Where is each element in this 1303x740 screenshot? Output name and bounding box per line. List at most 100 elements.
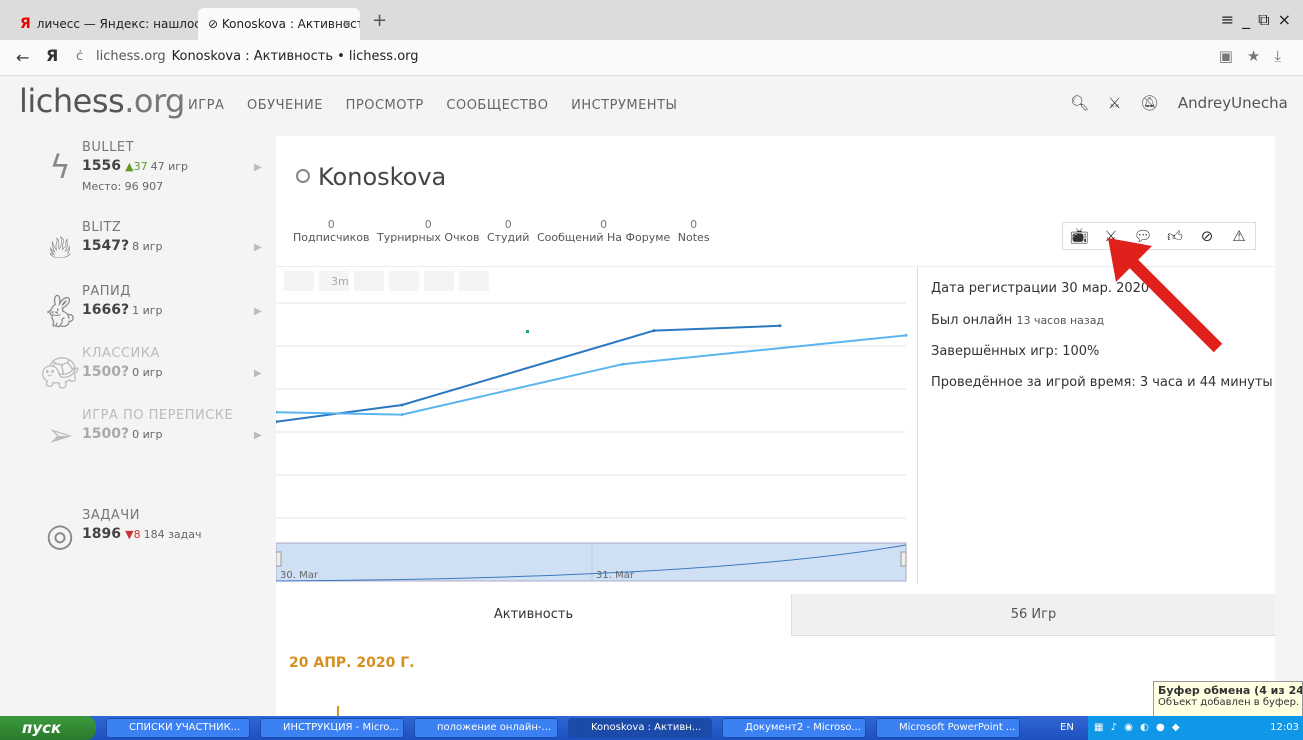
- info-online: Был онлайн 13 часов назад: [931, 313, 1105, 328]
- rating-chart-svg: 3m 30. Mar 31. Mar: [276, 271, 908, 582]
- clipboard-title: Буфер обмена (4 из 24): [1158, 684, 1303, 697]
- chevron-right-icon: ▶: [254, 242, 262, 253]
- range-button-bg: [284, 271, 314, 291]
- navigator-label: 30. Mar: [280, 570, 319, 581]
- activity-date: 20 АПР. 2020 Г.: [289, 655, 415, 671]
- red-annotation-arrow: [1108, 238, 1223, 353]
- tab-konoskova[interactable]: ⊘ Konoskova : Активность · ×: [198, 8, 360, 40]
- info-completion: Завершённых игр: 100%: [931, 344, 1100, 359]
- navigator-handle-right: [900, 551, 907, 567]
- task-browser[interactable]: Konoskova : Активн...: [568, 718, 712, 738]
- nav-tools[interactable]: ИНСТРУМЕНТЫ: [571, 98, 677, 113]
- new-tab-button[interactable]: +: [372, 10, 387, 31]
- address-bar: ← Я ċ lichess.org Konoskova : Активность …: [0, 40, 1303, 76]
- chevron-right-icon: ▶: [254, 162, 262, 173]
- range-button-bg: [389, 271, 419, 291]
- perf-blitz[interactable]: 🔥︎ BLITZ 1547? 8 игр ▶: [40, 220, 270, 280]
- profile-panel: Konoskova 0 Подписчиков 0 Турнирных Очков …: [276, 136, 1275, 740]
- site-header: lichess.org ИГРА ОБУЧЕНИЕ ПРОСМОТР СООБЩ…: [0, 76, 1303, 136]
- series-point: [400, 413, 404, 417]
- profile-title: Konoskova: [296, 163, 446, 191]
- stat-forum-posts[interactable]: 0 Сообщений На Форуме: [537, 218, 670, 244]
- yandex-button[interactable]: Я: [46, 46, 58, 65]
- rabbit-icon: 🐇︎: [40, 292, 81, 330]
- range-button-bg: [424, 271, 454, 291]
- challenge-swords-icon[interactable]: ⚔︎: [1108, 94, 1121, 112]
- reload-icon[interactable]: ċ: [76, 49, 83, 64]
- profile-tabs: Активность 56 Игр: [276, 594, 1275, 636]
- task-word-4[interactable]: Документ2 - Microso...: [722, 718, 866, 738]
- task-word-3[interactable]: положение онлайн-...: [414, 718, 558, 738]
- nav-community[interactable]: СООБЩЕСТВО: [446, 98, 548, 113]
- navigator-label: 31. Mar: [596, 570, 635, 581]
- tab-activity[interactable]: Активность: [276, 594, 791, 636]
- back-button[interactable]: ←: [16, 48, 29, 67]
- chevron-right-icon: ▶: [254, 306, 262, 317]
- fire-icon: 🔥︎: [48, 228, 72, 266]
- chevron-right-icon: ▶: [254, 368, 262, 379]
- rating-chart[interactable]: 3m 30. Mar 31. Mar: [276, 266, 916, 584]
- perf-puzzles[interactable]: ◎ ЗАДАЧИ 1896 ▼8 184 задач: [40, 508, 270, 568]
- series-point: [904, 333, 908, 337]
- data-point: [526, 330, 529, 333]
- series-line: [276, 324, 781, 423]
- bookmark-and-download-icons[interactable]: ▣★⤓: [1219, 47, 1295, 65]
- main-nav: ИГРА ОБУЧЕНИЕ ПРОСМОТР СООБЩЕСТВО ИНСТРУ…: [188, 98, 696, 113]
- tab-games[interactable]: 56 Игр: [791, 594, 1275, 636]
- site-logo[interactable]: lichess.org: [19, 82, 185, 120]
- series-line: [276, 334, 907, 416]
- series-point: [778, 324, 782, 328]
- rating-up-icon: ▲: [125, 160, 134, 173]
- url-field[interactable]: lichess.org Konoskova : Активность • lich…: [96, 49, 419, 64]
- stat-followers[interactable]: 0 Подписчиков: [293, 218, 370, 244]
- turtle-icon: 🐢︎: [40, 354, 81, 392]
- browser-tab-bar: Яличесс — Яндекс: нашлось ⊘ Konoskova : …: [0, 0, 1303, 40]
- task-word-2[interactable]: ИНСТРУКЦИЯ - Micro...: [260, 718, 404, 738]
- task-word-1[interactable]: СПИСКИ УЧАСТНИК...: [106, 718, 250, 738]
- profile-stats: 0 Подписчиков 0 Турнирных Очков 0 Студий 0С…: [293, 218, 714, 244]
- perf-rapid[interactable]: 🐇︎ РАПИД 1666? 1 игр ▶: [40, 284, 270, 344]
- paper-plane-icon: ➢: [46, 416, 74, 454]
- navigator-handle-left: [276, 551, 282, 567]
- range-button-bg: [354, 271, 384, 291]
- series-point: [400, 403, 404, 407]
- bolt-icon: ϟ: [49, 148, 71, 186]
- stat-notes[interactable]: 0 Notes: [678, 218, 710, 244]
- tv-icon[interactable]: 📺︎: [1063, 223, 1095, 249]
- chevron-right-icon: ▶: [254, 430, 262, 441]
- offline-status-icon: [296, 169, 310, 183]
- lichess-tab-icon: ⊘: [208, 17, 222, 31]
- user-menu[interactable]: AndreyUnecha: [1178, 94, 1288, 112]
- clock: 12:03: [1270, 722, 1299, 733]
- perf-classical[interactable]: 🐢︎ КЛАССИКА 1500? 0 игр ▶: [40, 346, 270, 406]
- info-playtime: Проведённое за игрой время: 3 часа и 44 …: [931, 375, 1273, 390]
- stat-studies[interactable]: 0 Студий: [487, 218, 530, 244]
- arrow-shaft: [1123, 253, 1223, 353]
- close-tab-icon[interactable]: · ×: [334, 8, 352, 40]
- nav-play[interactable]: ИГРА: [188, 98, 224, 113]
- language-indicator[interactable]: EN: [1060, 716, 1074, 740]
- nav-learn[interactable]: ОБУЧЕНИЕ: [247, 98, 323, 113]
- navigator-band: [276, 542, 907, 582]
- start-button[interactable]: пуск: [0, 716, 96, 740]
- nav-watch[interactable]: ПРОСМОТР: [346, 98, 424, 113]
- taskbar: пуск СПИСКИ УЧАСТНИК... ИНСТРУКЦИЯ - Mic…: [0, 716, 1303, 740]
- perf-correspondence[interactable]: ➢ ИГРА ПО ПЕРЕПИСКЕ 1500? 0 игр ▶: [40, 408, 270, 468]
- series-point: [621, 362, 624, 366]
- tray-icons[interactable]: ▦ ♪ ◉ ◐ ● ◆: [1094, 716, 1182, 740]
- perf-bullet[interactable]: ϟ BULLET 1556 ▲37 47 игр Место: 96 907 ▶: [40, 140, 270, 200]
- task-powerpoint[interactable]: Microsoft PowerPoint ...: [876, 718, 1020, 738]
- window-controls[interactable]: ≡_⧉×: [1221, 10, 1299, 30]
- search-icon[interactable]: 🔍︎: [1070, 94, 1089, 112]
- system-tray: ▦ ♪ ◉ ◐ ● ◆ 12:03: [1088, 716, 1303, 740]
- tab-yandex-search[interactable]: Яличесс — Яндекс: нашлось: [10, 8, 200, 40]
- yandex-icon: Я: [20, 16, 31, 32]
- range-button-bg: [459, 271, 489, 291]
- range-button-label: 3m: [331, 275, 349, 288]
- stat-tournament-points[interactable]: 0 Турнирных Очков: [377, 218, 479, 244]
- series-point: [276, 410, 278, 414]
- clipboard-notification[interactable]: Буфер обмена (4 из 24) Объект добавлен в…: [1153, 681, 1303, 717]
- clipboard-text: Объект добавлен в буфер.: [1158, 697, 1300, 708]
- target-icon: ◎: [46, 516, 74, 554]
- notifications-off-icon[interactable]: 🔕︎: [1140, 94, 1159, 112]
